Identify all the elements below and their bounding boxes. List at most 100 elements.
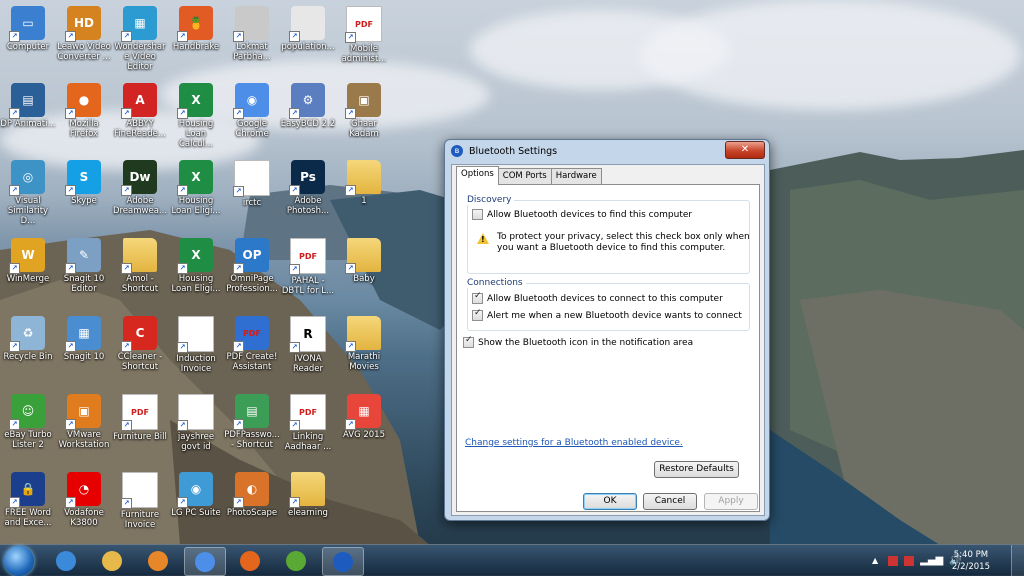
desktop-icon-dp[interactable]: ▤ ↗ DP Animati... xyxy=(0,83,56,129)
start-button[interactable] xyxy=(4,546,34,576)
desktop-icon-furniture2[interactable]: ↗ Furniture Invoice xyxy=(112,472,168,530)
shortcut-arrow-icon: ↗ xyxy=(65,341,76,352)
desktop-icon-pdfcreate[interactable]: PDF ↗ PDF Create! Assistant xyxy=(224,316,280,372)
desktop-icon-pahal[interactable]: PDF ↗ PAHAL - DBTL for L... xyxy=(280,238,336,296)
desktop-icon-ebay[interactable]: ☺ ↗ eBay Turbo Lister 2 xyxy=(0,394,56,450)
desktop-icon-population[interactable]: ↗ population... xyxy=(280,6,336,52)
desktop-icon-label: FREE Word and Exce... xyxy=(4,508,52,528)
show-desktop-button[interactable] xyxy=(1011,545,1024,576)
network-signal-icon[interactable]: ▂▄▆ xyxy=(920,555,943,566)
desktop-icon-omnipage[interactable]: OP ↗ OmniPage Profession... xyxy=(224,238,280,294)
notification-area: ▲ ▂▄▆ 🔊 xyxy=(872,545,962,576)
desktop-icon-winmerge[interactable]: W ↗ WinMerge xyxy=(0,238,56,284)
desktop-icon-vodafone[interactable]: ◔ ↗ Vodafone K3800 xyxy=(56,472,112,528)
desktop-icon-photoshop[interactable]: Ps ↗ Adobe Photosh... xyxy=(280,160,336,216)
desktop-icon-snagit10editor[interactable]: ✎ ↗ Snagit 10 Editor xyxy=(56,238,112,294)
desktop-icon-computer[interactable]: ▭ ↗ Computer xyxy=(0,6,56,52)
skype-icon: S ↗ xyxy=(65,160,101,196)
dialog-titlebar[interactable]: ʙ Bluetooth Settings xyxy=(445,140,769,162)
taskbar-ie-button[interactable] xyxy=(46,547,86,574)
taskbar-media-player-button[interactable] xyxy=(138,547,178,574)
shortcut-arrow-icon: ↗ xyxy=(9,108,20,119)
options-panel: Discovery Allow Bluetooth devices to fin… xyxy=(456,184,760,512)
show-icon-row[interactable]: Show the Bluetooth icon in the notificat… xyxy=(463,335,693,348)
desktop-icon-chrome1[interactable]: ◉ ↗ Google Chrome xyxy=(224,83,280,139)
allow-connect-checkbox[interactable] xyxy=(472,291,483,304)
desktop-icon-housing1[interactable]: X ↗ Housing Loan Calcul... xyxy=(168,83,224,149)
shortcut-arrow-icon: ↗ xyxy=(345,263,356,274)
desktop-icon-vmware[interactable]: ▣ ↗ VMware Workstation xyxy=(56,394,112,450)
desktop-icon-elearning[interactable]: ↗ elearning xyxy=(280,472,336,518)
desktop-icon-ccleaner[interactable]: C ↗ CCleaner - Shortcut xyxy=(112,316,168,372)
allow-connect-row[interactable]: Allow Bluetooth devices to connect to th… xyxy=(472,291,723,304)
desktop-icon-pdfpassword[interactable]: ▤ ↗ PDFPasswo... - Shortcut xyxy=(224,394,280,450)
show-icon-checkbox[interactable] xyxy=(463,335,474,348)
taskbar-bluetooth-button[interactable] xyxy=(322,547,364,576)
restore-defaults-button[interactable]: Restore Defaults xyxy=(654,461,739,478)
allow-find-checkbox[interactable] xyxy=(472,209,483,220)
desktop-icon-label: Vodafone K3800 xyxy=(64,508,104,528)
ccleaner-icon: C ↗ xyxy=(121,316,157,352)
desktop-icon-linking[interactable]: PDF ↗ Linking Aadhaar ... xyxy=(280,394,336,452)
alert-row[interactable]: Alert me when a new Bluetooth device wan… xyxy=(472,308,742,321)
apply-button[interactable]: Apply xyxy=(704,493,758,510)
desktop-icon-jayshree[interactable]: ↗ jayshree govt id xyxy=(168,394,224,452)
desktop-icon-firefox1[interactable]: ● ↗ Mozilla Firefox xyxy=(56,83,112,139)
desktop-icon-mobile[interactable]: PDF ↗ Mobile administ... xyxy=(336,6,392,64)
desktop-icon-lgpc[interactable]: ◉ ↗ LG PC Suite xyxy=(168,472,224,518)
desktop-icon-visual[interactable]: ◎ ↗ Visual Similarity D... xyxy=(0,160,56,226)
security-icon[interactable] xyxy=(904,555,915,566)
desktop-icon-skype[interactable]: S ↗ Skype xyxy=(56,160,112,206)
change-settings-link[interactable]: Change settings for a Bluetooth enabled … xyxy=(465,438,683,448)
dialog-title: Bluetooth Settings xyxy=(469,145,558,157)
desktop-icon-label: Handbrake xyxy=(172,42,220,52)
desktop-icon-dreamweaver[interactable]: Dw ↗ Adobe Dreamwea... xyxy=(112,160,168,216)
ok-button[interactable]: OK xyxy=(583,493,637,510)
desktop-icon-induction[interactable]: ↗ Induction Invoice xyxy=(168,316,224,374)
desktop-icon-one[interactable]: ↗ 1 xyxy=(336,160,392,206)
desktop-icon-snagit10[interactable]: ▦ ↗ Snagit 10 xyxy=(56,316,112,362)
desktop-icon-easybcd[interactable]: ⚙ ↗ EasyBCD 2.2 xyxy=(280,83,336,129)
taskbar-utorrent-button[interactable] xyxy=(276,547,316,574)
desktop-icon-avg[interactable]: ▦ ↗ AVG 2015 xyxy=(336,394,392,440)
tab-options[interactable]: Options xyxy=(456,166,499,185)
desktop-icon-furniture1[interactable]: PDF ↗ Furniture Bill xyxy=(112,394,168,442)
dreamweaver-icon: Dw ↗ xyxy=(121,160,157,196)
tab-hardware[interactable]: Hardware xyxy=(550,168,602,185)
desktop-icon-label: PhotoScape xyxy=(226,508,278,518)
close-button[interactable]: ✕ xyxy=(725,141,765,159)
show-hidden-icons-arrow[interactable]: ▲ xyxy=(872,556,878,565)
desktop-icon-label: Housing Loan Eligi... xyxy=(171,274,221,294)
clock-date: 2/2/2015 xyxy=(951,562,990,572)
shortcut-arrow-icon: ↗ xyxy=(177,185,188,196)
tab-com-ports[interactable]: COM Ports xyxy=(497,168,552,185)
cancel-button[interactable]: Cancel xyxy=(643,493,697,510)
desktop-icon-photoscape[interactable]: ◐ ↗ PhotoScape xyxy=(224,472,280,518)
desktop-icon-wondershare[interactable]: ▦ ↗ Wondershare Video Editor xyxy=(112,6,168,72)
desktop-icon-baby[interactable]: ↗ Baby xyxy=(336,238,392,284)
flag-icon[interactable] xyxy=(888,555,899,566)
media-player-icon xyxy=(148,550,168,571)
desktop-icon-housing3[interactable]: X ↗ Housing Loan Eligi... xyxy=(168,238,224,294)
desktop-icon-lokmat[interactable]: ↗ Lokmat Parbha... xyxy=(224,6,280,62)
taskbar-chrome-button[interactable] xyxy=(184,547,226,576)
desktop-icon-amol[interactable]: ↗ Amol - Shortcut xyxy=(112,238,168,294)
desktop-icon-leawo[interactable]: HD ↗ Leawo Video Converter ... xyxy=(56,6,112,62)
desktop-icon-ivona[interactable]: R ↗ IVONA Reader xyxy=(280,316,336,374)
desktop-icon-recycle[interactable]: ♻ ↗ Recycle Bin xyxy=(0,316,56,362)
desktop-icon-marathi[interactable]: ↗ Marathi Movies xyxy=(336,316,392,372)
desktop-icon-abbyy[interactable]: A ↗ ABBYY FineReade... xyxy=(112,83,168,139)
desktop-icon-handbrake[interactable]: 🍍 ↗ Handbrake xyxy=(168,6,224,52)
desktop-icon-ghaar[interactable]: ▣ ↗ Ghaar Kadam xyxy=(336,83,392,139)
alert-label: Alert me when a new Bluetooth device wan… xyxy=(487,310,742,321)
linking-icon: PDF ↗ xyxy=(289,394,326,431)
clock[interactable]: 5:40 PM 2/2/2015 xyxy=(952,549,990,573)
taskbar-firefox-button[interactable] xyxy=(230,547,270,574)
allow-find-row[interactable]: Allow Bluetooth devices to find this com… xyxy=(472,209,692,220)
desktop-icon-housing2[interactable]: X ↗ Housing Loan Eligi... xyxy=(168,160,224,216)
desktop-icon-irctc[interactable]: ↗ irctc xyxy=(224,160,280,208)
desktop-icon-freeword[interactable]: 🔒 ↗ FREE Word and Exce... xyxy=(0,472,56,528)
shortcut-arrow-icon: ↗ xyxy=(289,108,300,119)
alert-checkbox[interactable] xyxy=(472,308,483,321)
taskbar-explorer-button[interactable] xyxy=(92,547,132,574)
